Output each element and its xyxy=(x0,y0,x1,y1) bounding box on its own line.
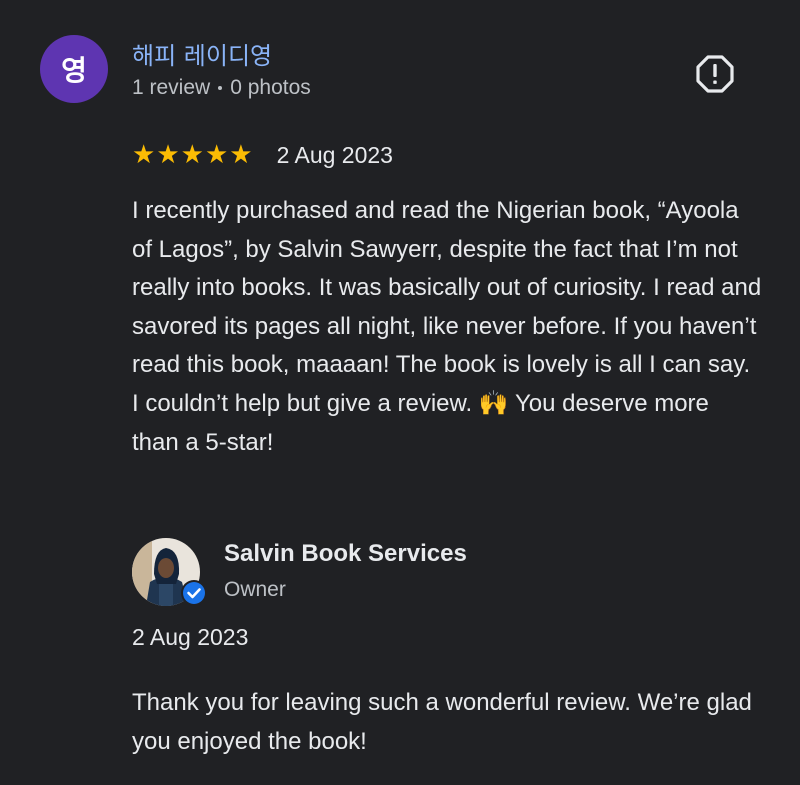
review-count: 1 review xyxy=(132,76,211,99)
owner-photo xyxy=(132,538,207,606)
review-text: I recently purchased and read the Nigeri… xyxy=(132,197,762,456)
report-button[interactable] xyxy=(694,53,736,95)
report-flag-icon xyxy=(696,55,734,93)
star-icon: ★ xyxy=(204,140,229,170)
star-icon: ★ xyxy=(180,140,204,170)
owner-name[interactable]: Salvin Book Services xyxy=(224,540,467,568)
rating-row: ★ ★ ★ ★ ★ 2 Aug 2023 xyxy=(132,140,393,170)
star-icon: ★ xyxy=(156,140,180,170)
reviewer-avatar[interactable]: 영 xyxy=(40,35,108,103)
star-icon: ★ xyxy=(229,140,253,170)
star-icon: ★ xyxy=(132,140,156,170)
response-text: Thank you for leaving such a wonderful r… xyxy=(132,689,752,755)
owner-role: Owner xyxy=(224,578,286,601)
star-rating: ★ ★ ★ ★ ★ xyxy=(132,140,253,170)
response-date: 2 Aug 2023 xyxy=(132,624,249,650)
reviewer-meta: 1 review 0 photos xyxy=(132,76,311,100)
photo-count: 0 photos xyxy=(230,76,311,99)
review-date: 2 Aug 2023 xyxy=(276,141,393,168)
separator-dot xyxy=(218,86,223,90)
owner-avatar[interactable] xyxy=(132,538,207,606)
verified-badge-icon xyxy=(181,580,207,606)
reviewer-initial: 영 xyxy=(61,54,87,87)
reviewer-name[interactable]: 해피 레이디영 xyxy=(132,36,272,71)
